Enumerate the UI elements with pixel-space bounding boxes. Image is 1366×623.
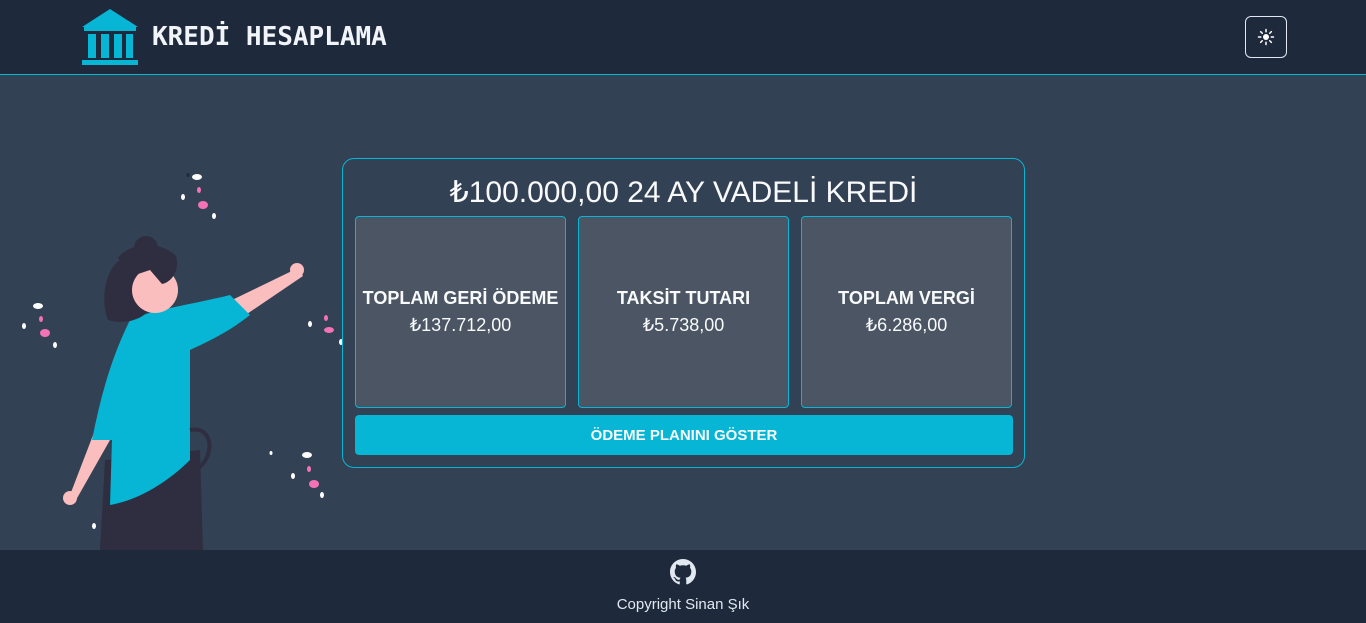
- theme-toggle-button[interactable]: [1245, 16, 1287, 58]
- brand[interactable]: KREDİ HESAPLAMA: [80, 7, 387, 67]
- stat-value: ₺6.286,00: [865, 315, 948, 335]
- show-payment-plan-button[interactable]: ÖDEME PLANINI GÖSTER: [355, 415, 1013, 455]
- copyright-text: Copyright Sinan Şık: [616, 596, 750, 613]
- stat-value: ₺5.738,00: [642, 315, 725, 335]
- stat-total-tax: TOPLAM VERGİ ₺6.286,00: [801, 216, 1012, 408]
- github-link[interactable]: [670, 559, 696, 585]
- stat-label: TOPLAM VERGİ: [838, 288, 975, 308]
- github-icon: [670, 559, 696, 585]
- celebration-illustration: [22, 173, 343, 550]
- navbar: KREDİ HESAPLAMA: [0, 0, 1366, 75]
- stat-total-repayment: TOPLAM GERİ ÖDEME ₺137.712,00: [355, 216, 566, 408]
- loan-summary-card: ₺100.000,00 24 AY VADELİ KREDİ TOPLAM GE…: [342, 158, 1025, 468]
- person-figure: [63, 236, 304, 550]
- bank-icon: [82, 9, 138, 65]
- app-title: KREDİ HESAPLAMA: [152, 22, 387, 52]
- stat-value: ₺137.712,00: [409, 315, 512, 335]
- sun-icon: [1257, 28, 1275, 46]
- footer: Copyright Sinan Şık: [0, 550, 1366, 623]
- stat-label: TOPLAM GERİ ÖDEME: [362, 288, 559, 308]
- stat-installment-amount: TAKSİT TUTARI ₺5.738,00: [578, 216, 789, 408]
- stat-label: TAKSİT TUTARI: [616, 288, 751, 308]
- loan-title: ₺100.000,00 24 AY VADELİ KREDİ: [449, 176, 918, 209]
